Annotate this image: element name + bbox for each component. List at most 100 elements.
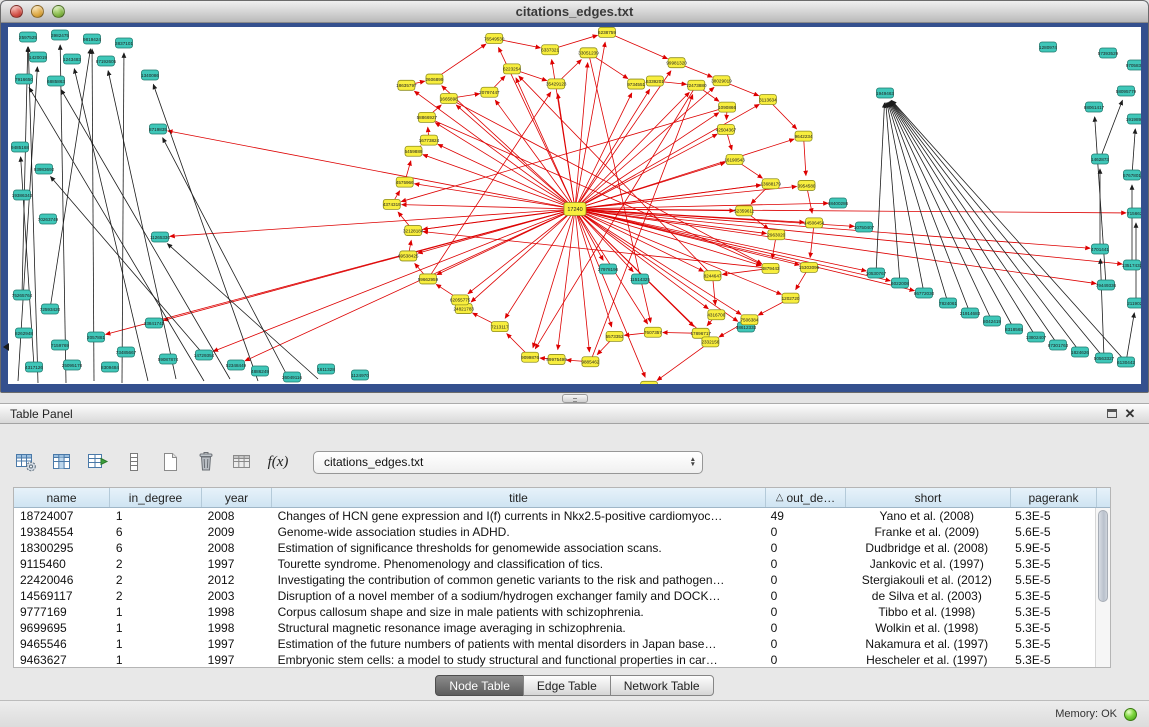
graph-node[interactable]: 97058387 — [1126, 60, 1141, 70]
graph-node[interactable]: 4575966 — [396, 177, 414, 187]
graph-node[interactable]: 89975499 — [546, 354, 567, 364]
graph-node[interactable]: 76549530 — [484, 34, 505, 44]
graph-node[interactable]: 17240 — [564, 203, 586, 216]
graph-node[interactable]: 6885863 — [47, 76, 65, 86]
tab-node-table[interactable]: Node Table — [435, 675, 524, 696]
graph-node[interactable]: 1420019 — [29, 52, 47, 62]
network-canvas[interactable]: 2597525398247598194243837101142001912434… — [8, 27, 1141, 384]
graph-node[interactable]: 8309484 — [101, 362, 119, 372]
graph-node[interactable]: 58866927 — [417, 112, 438, 122]
graph-node[interactable]: 8318565 — [1005, 324, 1023, 334]
show-columns-icon[interactable] — [49, 449, 75, 475]
graph-node[interactable]: 72473880 — [686, 80, 707, 90]
graph-node[interactable]: 11265330 — [150, 232, 171, 242]
network-graph[interactable]: 2597525398247598194243837101142001912434… — [8, 27, 1141, 384]
graph-node[interactable]: 88061417 — [1084, 102, 1105, 112]
graph-node[interactable]: 7506384 — [741, 315, 759, 325]
graph-node[interactable]: 7394394 — [640, 381, 658, 384]
table-row[interactable]: 946362711997Embryonic stem cells: a mode… — [14, 652, 1095, 667]
table-row[interactable]: 1872400712008Changes of HCN gene express… — [14, 508, 1095, 524]
graph-node[interactable]: 33841742 — [144, 318, 165, 328]
graph-node[interactable]: 33051239 — [578, 48, 599, 58]
graph-node[interactable]: 8042419 — [983, 316, 1001, 326]
graph-node[interactable]: 1202720 — [782, 293, 800, 303]
graph-node[interactable]: 1090866 — [718, 102, 736, 112]
graph-node[interactable]: 9485168 — [11, 142, 29, 152]
graph-node[interactable]: 4879443 — [762, 263, 780, 273]
graph-node[interactable]: 11514325 — [630, 274, 651, 284]
import-table-icon[interactable] — [229, 449, 255, 475]
graph-node[interactable]: 2597525 — [19, 32, 37, 42]
table-row[interactable]: 946554611997Estimation of the future num… — [14, 636, 1095, 652]
graph-node[interactable]: 10750407 — [854, 222, 875, 232]
graph-node[interactable]: 2606899 — [426, 74, 444, 84]
delete-table-icon[interactable] — [193, 449, 219, 475]
graph-node[interactable]: 4316700 — [707, 310, 725, 320]
window-titlebar[interactable]: citations_edges.txt — [1, 1, 1148, 23]
graph-node[interactable]: 7213117 — [491, 322, 509, 332]
graph-node[interactable]: 9734551 — [627, 79, 645, 89]
graph-node[interactable]: 62055775 — [450, 295, 471, 305]
graph-node[interactable]: 69538425 — [398, 251, 419, 261]
table-row[interactable]: 1938455462009Genome-wide association stu… — [14, 524, 1095, 540]
graph-node[interactable]: 1462873 — [1091, 154, 1109, 164]
graph-node[interactable]: 9099876 — [521, 352, 539, 362]
graph-node[interactable]: 38029019 — [711, 76, 732, 86]
graph-node[interactable]: 52359611 — [734, 206, 755, 216]
graph-node[interactable]: 2963020 — [767, 230, 785, 240]
graph-node[interactable]: 7159769 — [51, 340, 69, 350]
table-options-icon[interactable] — [13, 449, 39, 475]
graph-node[interactable]: 4886249 — [251, 366, 269, 376]
close-panel-icon[interactable]: ✕ — [1121, 406, 1139, 422]
graph-node[interactable]: 9819424 — [83, 34, 101, 44]
close-window-icon[interactable] — [10, 5, 23, 18]
column-header-year[interactable]: year — [202, 488, 272, 507]
graph-node[interactable]: 9642234 — [795, 131, 813, 141]
table-row[interactable]: 2242004622012Investigating the contribut… — [14, 572, 1095, 588]
table-row[interactable]: 977716911998Corpus callosum shape and si… — [14, 604, 1095, 620]
graph-node[interactable]: 5573352 — [606, 331, 624, 341]
column-header-out_degree[interactable]: △out_de… — [766, 488, 846, 507]
vertical-scrollbar-thumb[interactable] — [1098, 510, 1108, 602]
float-panel-icon[interactable] — [1103, 406, 1121, 422]
graph-node[interactable]: 15303096 — [799, 262, 820, 272]
graph-node[interactable]: 68400286 — [828, 198, 849, 208]
graph-node[interactable]: 99981320 — [666, 58, 687, 68]
graph-node[interactable]: 70263749 — [38, 214, 59, 224]
graph-node[interactable]: 79449336 — [1096, 280, 1117, 290]
graph-node[interactable]: 59662959 — [418, 274, 439, 284]
graph-node[interactable]: 20797447 — [479, 87, 500, 97]
column-header-name[interactable]: name — [14, 488, 110, 507]
graph-node[interactable]: 72593420 — [40, 304, 61, 314]
graph-node[interactable]: 3954580 — [798, 180, 816, 190]
new-table-icon[interactable] — [157, 449, 183, 475]
graph-node[interactable]: 1243483 — [63, 54, 81, 64]
table-row[interactable]: 969969511998Structural magnetic resonanc… — [14, 620, 1095, 636]
graph-node[interactable]: 1340086 — [141, 70, 159, 80]
vertical-scrollbar[interactable] — [1095, 508, 1110, 667]
graph-node[interactable]: 87192605 — [96, 56, 117, 66]
graph-node[interactable]: 26049116 — [282, 372, 303, 382]
graph-node[interactable]: 8262948 — [15, 328, 33, 338]
graph-node[interactable]: 3837101 — [115, 38, 133, 48]
graph-node[interactable]: 86772030 — [914, 288, 935, 298]
graph-node[interactable]: 50563327 — [1094, 353, 1115, 363]
table-row[interactable]: 1456911722003Disruption of a novel membe… — [14, 588, 1095, 604]
zoom-window-icon[interactable] — [52, 5, 65, 18]
table-row[interactable]: 911546021997Tourette syndrome. Phenomeno… — [14, 556, 1095, 572]
graph-node[interactable]: 6022008 — [891, 278, 909, 288]
graph-node[interactable]: 8719835 — [149, 124, 167, 134]
graph-node[interactable]: 5459889 — [405, 146, 423, 156]
graph-node[interactable]: 52348449 — [226, 360, 247, 370]
panel-splitter-handle[interactable] — [562, 394, 588, 403]
graph-node[interactable]: 4701441 — [1091, 244, 1109, 254]
graph-node[interactable]: 6223254 — [503, 64, 521, 74]
graph-node[interactable]: 13802407 — [1026, 332, 1047, 342]
graph-node[interactable]: 1824626 — [1071, 347, 1089, 357]
graph-node[interactable]: 2332156 — [701, 337, 719, 347]
graph-node[interactable]: 42504367 — [716, 125, 737, 135]
table-selector-combo[interactable]: citations_edges.txt ▲▼ — [313, 451, 703, 474]
graph-node[interactable]: 10530767 — [866, 268, 887, 278]
graph-node[interactable]: 2057881 — [87, 332, 105, 342]
column-header-short[interactable]: short — [846, 488, 1011, 507]
